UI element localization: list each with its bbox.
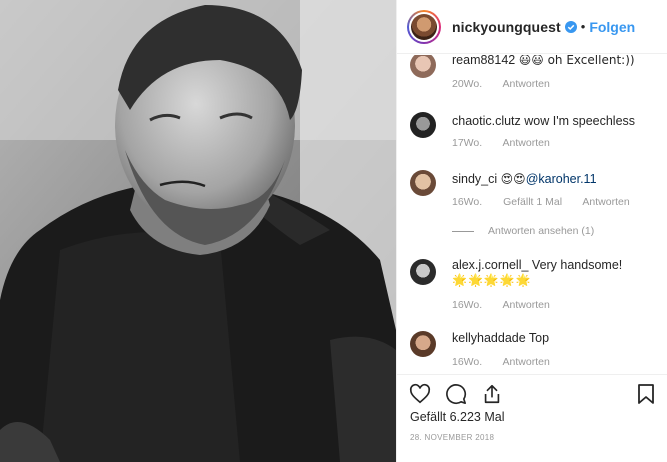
commenter-avatar[interactable] [410,55,436,78]
comment-age: 16Wo. [452,356,483,368]
comment-body: wow I'm speechless [524,114,636,128]
heart-icon[interactable] [409,383,431,405]
commenter-avatar[interactable] [410,170,436,196]
follow-button[interactable]: Folgen [589,19,635,35]
reply-button[interactable]: Antworten [503,299,550,311]
post-photo-image [0,0,396,462]
view-replies-button[interactable]: Antworten ansehen (1) [452,225,594,237]
comment-emoji: 😍😍 [500,172,526,186]
comment-age: 16Wo. [452,299,483,311]
replies-divider-line [452,230,474,232]
comment-icon[interactable] [445,383,467,405]
comment-body: 😃😃 oh Excellent:)) [518,55,635,67]
reply-button[interactable]: Antworten [503,137,550,149]
profile-avatar[interactable] [407,9,441,44]
commenter-username[interactable]: kellyhaddade [452,331,526,345]
share-icon[interactable] [481,383,503,405]
comment-text: ream88142 😃😃 oh Excellent:)) [452,55,635,68]
comment-text: kellyhaddade Top [452,330,549,346]
commenter-username[interactable]: chaotic.clutz [452,114,521,128]
action-icons [409,383,503,405]
commenter-username[interactable]: alex.j.cornell_ [452,258,528,272]
commenter-username[interactable]: sindy_ci [452,172,497,186]
commenter-avatar[interactable] [410,112,436,138]
comment-meta: 16Wo. Gefällt 1 Mal Antworten [452,196,648,208]
post-date: 28. NOVEMBER 2018 [410,433,495,442]
comment-emoji-line: 🌟🌟🌟🌟🌟 [452,273,532,287]
separator-dot: • [580,19,586,34]
verified-badge-icon [564,20,577,33]
comment-body: Very handsome! [531,258,623,272]
commenter-username[interactable]: ream88142 [452,55,515,67]
comment-likes-count[interactable]: Gefällt 1 Mal [503,196,562,208]
comments-list[interactable]: ream88142 😃😃 oh Excellent:)) 20Wo. Antwo… [397,55,667,373]
likes-count[interactable]: Gefällt 6.223 Mal [410,410,505,424]
commenter-avatar[interactable] [410,331,436,357]
comment-age: 17Wo. [452,137,483,149]
post-actions: Gefällt 6.223 Mal 28. NOVEMBER 2018 [397,374,667,462]
mention-link[interactable]: @karoher.11 [526,172,597,186]
comment-text: sindy_ci 😍😍@karoher.11 [452,171,597,187]
view-replies-label: Antworten ansehen (1) [488,225,595,237]
reply-button[interactable]: Antworten [503,78,550,90]
comment-text: alex.j.cornell_ Very handsome! [452,257,622,273]
commenter-avatar[interactable] [410,259,436,285]
post-photo[interactable] [0,0,396,462]
username-link[interactable]: nickyoungquest [452,19,561,35]
comment-meta: 20Wo. Antworten [452,78,568,90]
reply-button[interactable]: Antworten [582,196,629,208]
comment-body: Top [528,331,550,345]
comment-text: chaotic.clutz wow I'm speechless [452,113,635,129]
post-sidebar: nickyoungquest • Folgen ream88142 😃😃 oh … [396,0,667,462]
comment-meta: 17Wo. Antworten [452,137,568,149]
comment-age: 16Wo. [452,196,483,208]
comment-age: 20Wo. [452,78,483,90]
reply-button[interactable]: Antworten [503,356,550,368]
post-header: nickyoungquest • Folgen [397,0,667,54]
bookmark-icon[interactable] [636,383,656,405]
comment-meta: 16Wo. Antworten [452,356,568,368]
comment-meta: 16Wo. Antworten [452,299,568,311]
